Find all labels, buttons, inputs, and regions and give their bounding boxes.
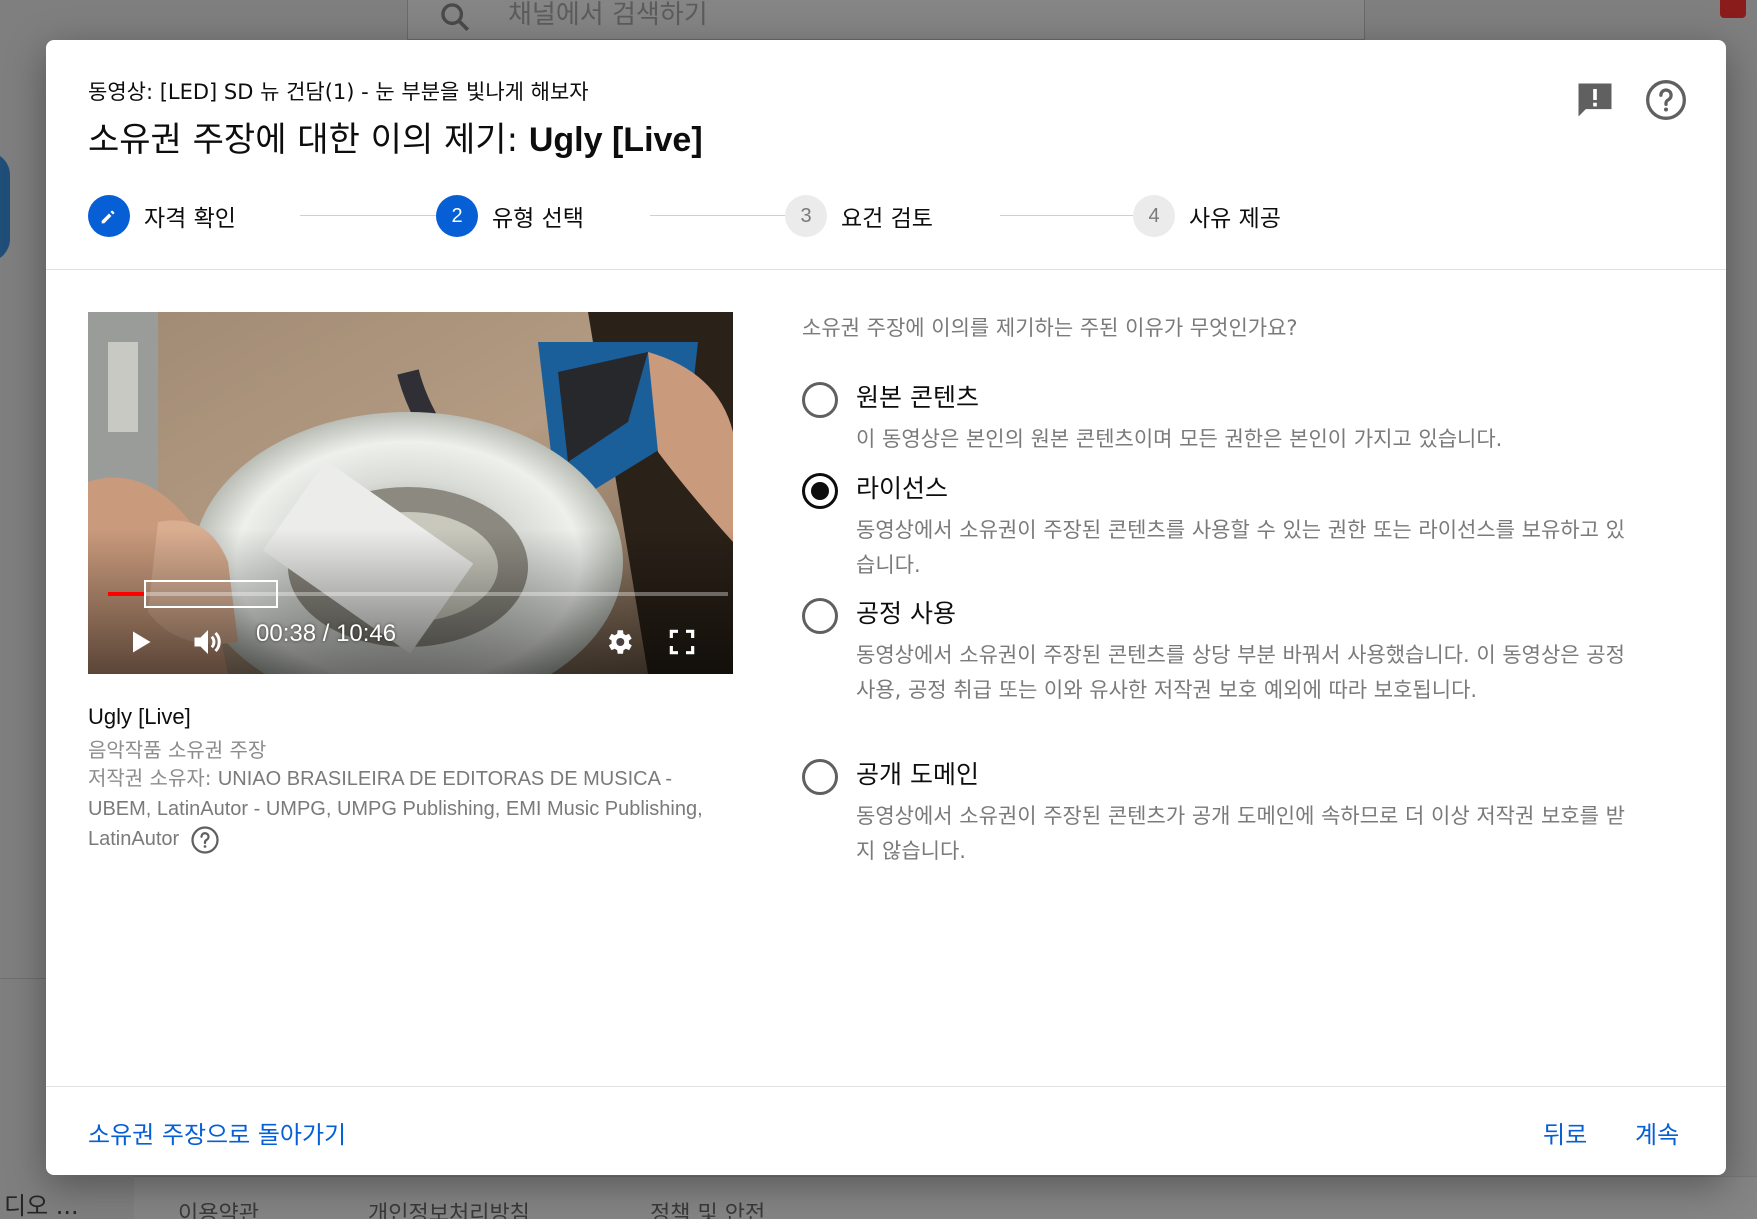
radio-original-content[interactable]	[802, 382, 838, 418]
help-icon[interactable]	[1644, 78, 1688, 122]
step-label-review: 요건 검토	[841, 206, 933, 232]
option-original-content[interactable]: 원본 콘텐츠 이 동영상은 본인의 원본 콘텐츠이며 모든 권한은 본인이 가지…	[802, 382, 1642, 462]
background-search-placeholder: 채널에서 검색하기	[508, 0, 708, 30]
option-desc-public-domain: 동영상에서 소유권이 주장된 콘텐츠가 공개 도메인에 속하므로 더 이상 저작…	[856, 804, 1625, 863]
step-select-type: 2 유형 선택	[436, 194, 584, 238]
step-connector	[1000, 215, 1148, 216]
claim-owner-prefix: 저작권 소유자:	[88, 766, 218, 790]
search-icon	[438, 0, 472, 34]
option-desc-original-content: 이 동영상은 본인의 원본 콘텐츠이며 모든 권한은 본인이 가지고 있습니다.	[856, 427, 1503, 451]
owner-help-icon[interactable]	[190, 825, 220, 855]
radio-license[interactable]	[802, 473, 838, 509]
background-notification-badge	[1720, 0, 1746, 18]
step-label-eligibility: 자격 확인	[144, 206, 236, 232]
claim-type: 음악작품 소유권 주장	[88, 738, 267, 762]
video-time: 00:38 / 10:46	[256, 620, 397, 647]
option-fair-use[interactable]: 공정 사용 동영상에서 소유권이 주장된 콘텐츠를 상당 부분 바꿔서 사용했습…	[802, 598, 1642, 748]
dialog-header: 동영상: [LED] SD 뉴 건담(1) - 눈 부분을 빛나게 해보자 소유…	[46, 40, 1726, 270]
step-number-3: 3	[785, 195, 827, 237]
option-label-fair-use: 공정 사용	[856, 599, 956, 628]
video-player[interactable]: 00:38 / 10:46	[88, 312, 733, 674]
step-provide-reason: 4 사유 제공	[1133, 194, 1281, 238]
feedback-icon[interactable]	[1573, 78, 1617, 122]
claim-owner: 저작권 소유자: UNIAO BRASILEIRA DE EDITORAS DE…	[88, 764, 738, 855]
option-label-original-content: 원본 콘텐츠	[856, 383, 979, 412]
background-search-bar: 채널에서 검색하기	[407, 0, 1365, 40]
step-connector	[300, 215, 448, 216]
option-label-license: 라이선스	[856, 474, 949, 503]
continue-button[interactable]: 계속	[1635, 1115, 1679, 1150]
background-side-label: 디오 ...	[4, 1192, 79, 1219]
dialog-title: 소유권 주장에 대한 이의 제기: Ugly [Live]	[88, 112, 703, 161]
dialog-title-claim: Ugly [Live]	[528, 121, 703, 159]
fullscreen-icon[interactable]	[666, 626, 698, 658]
option-desc-fair-use: 동영상에서 소유권이 주장된 콘텐츠를 상당 부분 바꿔서 사용했습니다. 이 …	[856, 643, 1625, 702]
dialog-footer: 소유권 주장으로 돌아가기 뒤로 계속	[46, 1086, 1726, 1175]
option-label-public-domain: 공개 도메인	[856, 760, 979, 789]
dialog-title-prefix: 소유권 주장에 대한 이의 제기:	[88, 120, 529, 160]
step-eligibility: 자격 확인	[88, 194, 236, 238]
step-label-select-type: 유형 선택	[492, 206, 584, 232]
back-to-claim-link[interactable]: 소유권 주장으로 돌아가기	[88, 1115, 346, 1150]
back-button[interactable]: 뒤로	[1543, 1115, 1587, 1150]
option-public-domain[interactable]: 공개 도메인 동영상에서 소유권이 주장된 콘텐츠가 공개 도메인에 속하므로 …	[802, 759, 1642, 874]
radio-fair-use[interactable]	[802, 598, 838, 634]
volume-icon[interactable]	[190, 624, 226, 660]
play-icon[interactable]	[126, 628, 154, 656]
dispute-dialog: 동영상: [LED] SD 뉴 건담(1) - 눈 부분을 빛나게 해보자 소유…	[46, 40, 1726, 1175]
question-text: 소유권 주장에 이의를 제기하는 주된 이유가 무엇인가요?	[802, 316, 1298, 340]
claim-title: Ugly [Live]	[88, 704, 191, 729]
progress-played	[108, 592, 145, 596]
background-divider	[0, 978, 46, 979]
step-number-4: 4	[1133, 195, 1175, 237]
step-review-requirements: 3 요건 검토	[785, 194, 933, 238]
background-footer-link-terms: 이용약관	[178, 1202, 259, 1219]
video-thumbnail	[88, 312, 733, 674]
step-connector	[650, 215, 798, 216]
stepper: 자격 확인 2 유형 선택 3 요건 검토 4 사유 제공	[88, 194, 1338, 238]
video-subtitle: 동영상: [LED] SD 뉴 건담(1) - 눈 부분을 빛나게 해보자	[88, 80, 589, 104]
edit-icon	[88, 195, 130, 237]
step-number-2: 2	[436, 195, 478, 237]
background-footer-link-policy: 정책 및 안전	[650, 1202, 766, 1219]
background-avatar	[0, 152, 10, 262]
settings-icon[interactable]	[603, 626, 635, 658]
background-footer-link-privacy: 개인정보처리방침	[368, 1202, 530, 1219]
seek-preview-box	[144, 580, 278, 608]
radio-public-domain[interactable]	[802, 759, 838, 795]
option-desc-license: 동영상에서 소유권이 주장된 콘텐츠를 사용할 수 있는 권한 또는 라이선스를…	[856, 518, 1625, 577]
step-label-reason: 사유 제공	[1189, 206, 1281, 232]
option-license[interactable]: 라이선스 동영상에서 소유권이 주장된 콘텐츠를 사용할 수 있는 권한 또는 …	[802, 473, 1642, 588]
